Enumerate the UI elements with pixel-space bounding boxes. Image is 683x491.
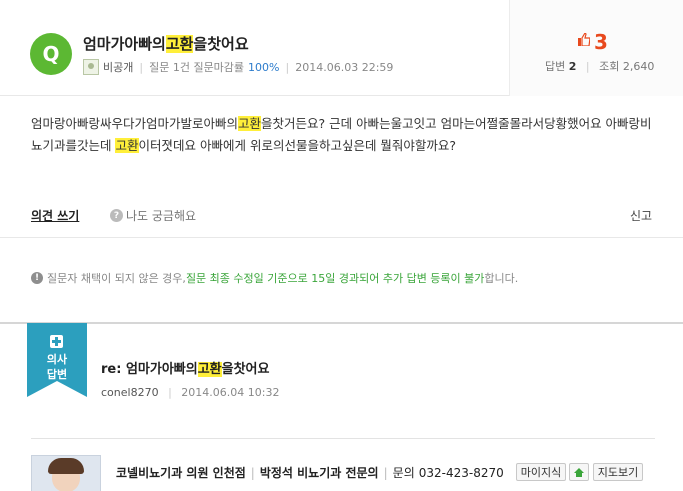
home-icon	[574, 467, 584, 477]
answer-divider	[31, 438, 655, 439]
stats-separator: |	[585, 60, 590, 73]
my-knowledge-button[interactable]: 마이지식	[516, 463, 566, 481]
answer-user[interactable]: conel8270	[101, 386, 159, 399]
me-too-curious-button[interactable]: ? 나도 궁금해요	[110, 207, 196, 224]
notice-text-end: 합니다.	[484, 272, 519, 285]
contact-phone: 032-423-8270	[418, 465, 504, 480]
body-text: 이터졋데요 아빠에게 위로의선물을하고싶은데 뭘줘야할까요?	[138, 138, 457, 153]
info-separator: |	[383, 465, 388, 480]
doctor-hair	[48, 458, 84, 474]
question-stat-label: 질문 1건 질문마감률	[149, 61, 245, 74]
views-label: 조회	[599, 60, 620, 73]
plus-icon	[50, 335, 63, 348]
question-meta: 비공개 | 질문 1건 질문마감률 100% | 2014.06.03 22:5…	[83, 59, 393, 75]
doctor-name: 박정석 비뇨기과 전문의	[259, 466, 379, 480]
title-highlight: 고환	[165, 35, 194, 53]
like-count: 3	[594, 30, 608, 54]
write-opinion-link[interactable]: 의견 쓰기	[31, 207, 79, 224]
body-highlight: 고환	[238, 116, 262, 131]
answer-closed-notice: ! 질문자 채택이 되지 않은 경우, 질문 최종 수정일 기준으로 15일 경…	[31, 270, 518, 286]
question-close-rate: 100%	[248, 60, 280, 74]
question-date: 2014.06.03 22:59	[295, 60, 394, 74]
ribbon-label-doctor: 의사	[46, 353, 68, 366]
answer-date: 2014.06.04 10:32	[181, 386, 280, 399]
answer-title-text-end: 을찻어요	[221, 362, 270, 377]
views-count: 2,640	[622, 60, 655, 73]
question-mark-icon: ?	[110, 209, 123, 222]
answer-title-text: re: 엄마가아빠의	[101, 362, 198, 377]
answers-count: 2	[568, 60, 577, 73]
question-title: 엄마가아빠의고환을찻어요	[83, 33, 249, 54]
question-actions: 의견 쓰기 ? 나도 궁금해요 신고	[0, 193, 683, 238]
doctor-info: 코넬비뇨기과 의원 인천점 | 박정석 비뇨기과 전문의 | 문의 032-42…	[116, 464, 504, 481]
me-too-curious-label: 나도 궁금해요	[126, 209, 197, 223]
meta-separator: |	[285, 60, 290, 74]
answer-title-highlight: 고환	[197, 362, 222, 377]
title-text-end: 을찻어요	[193, 35, 249, 53]
question-body: 엄마랑아빠랑싸우다가엄마가발로아빠의고환을찻거든요? 근데 아빠는울고잇고 엄마…	[31, 113, 661, 157]
question-stats: 답변 2 | 조회 2,640	[545, 58, 654, 74]
clinic-name[interactable]: 코넬비뇨기과 의원 인천점	[116, 464, 246, 481]
notice-highlight-text: 질문 최종 수정일 기준으로 15일 경과되어 추가 답변 등록이 불가	[185, 272, 485, 285]
answers-label: 답변	[545, 60, 566, 73]
meta-separator: |	[139, 60, 144, 74]
question-badge: Q	[30, 33, 72, 75]
ribbon-label-answer: 답변	[46, 368, 68, 381]
title-text: 엄마가아빠의	[83, 35, 166, 53]
contact-label: 문의	[392, 466, 415, 480]
answer-meta: conel8270 | 2014.06.04 10:32	[101, 386, 279, 399]
report-link[interactable]: 신고	[630, 207, 652, 224]
answer-title: re: 엄마가아빠의고환을찻어요	[101, 358, 269, 377]
question-user[interactable]: 비공개	[103, 59, 133, 75]
meta-separator: |	[168, 386, 172, 399]
body-highlight: 고환	[115, 138, 139, 153]
thumbs-up-icon[interactable]	[578, 33, 590, 46]
view-map-button[interactable]: 지도보기	[593, 463, 643, 481]
user-avatar-icon	[83, 59, 99, 75]
home-button[interactable]	[569, 463, 589, 481]
info-separator: |	[250, 465, 255, 480]
body-text: 엄마랑아빠랑싸우다가엄마가발로아빠의	[31, 116, 239, 131]
notice-text: 질문자 채택이 되지 않은 경우,	[47, 272, 186, 285]
alert-icon: !	[31, 272, 43, 284]
doctor-photo	[31, 455, 101, 491]
